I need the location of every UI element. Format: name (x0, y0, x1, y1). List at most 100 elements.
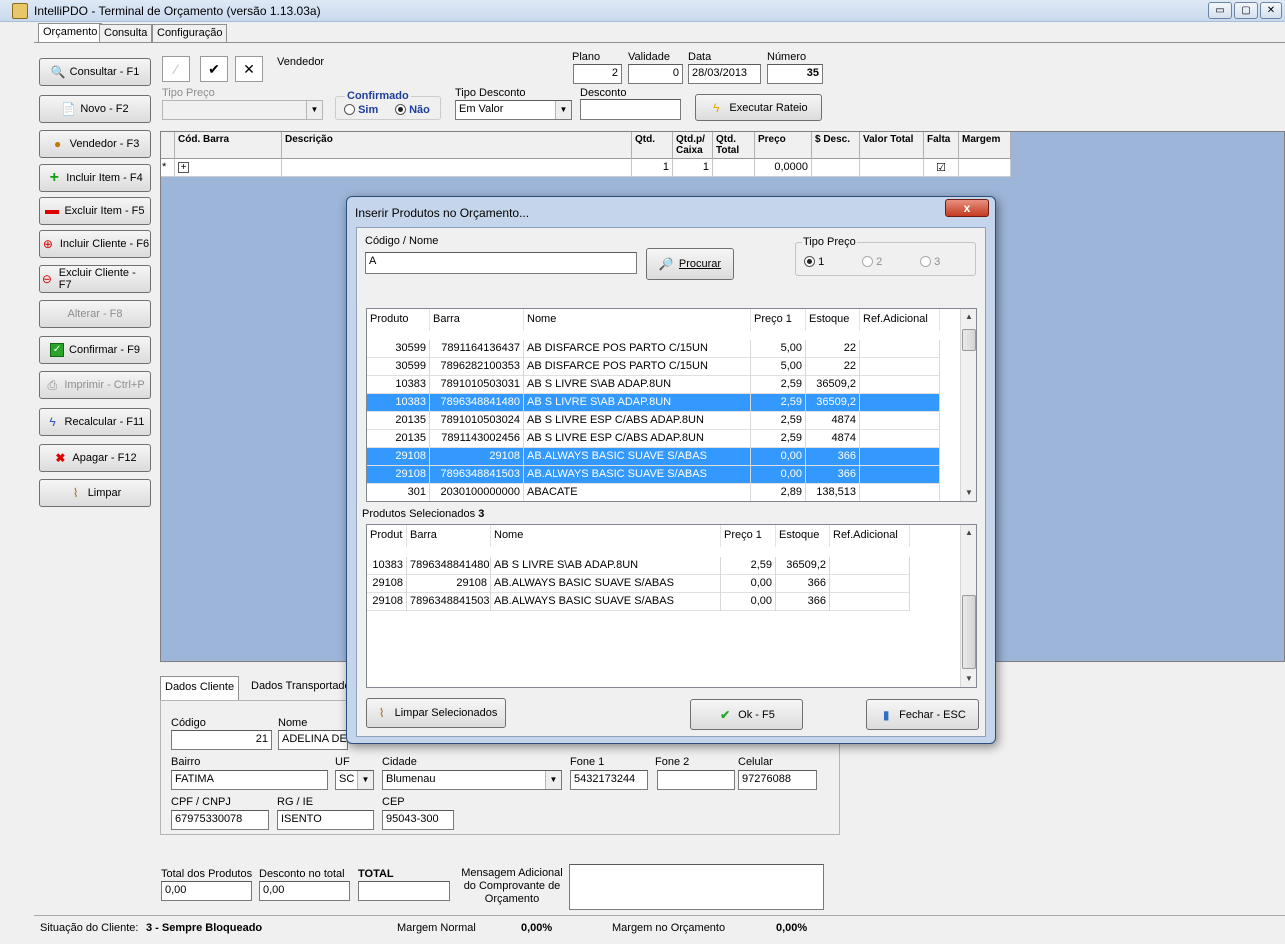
confirmado-sim-radio[interactable]: Sim (344, 104, 378, 116)
celular-input[interactable]: 97276088 (738, 770, 817, 790)
fechar-button[interactable]: ▮ Fechar - ESC (866, 699, 979, 730)
qtd-cell[interactable]: 1 (632, 159, 673, 177)
col-barra[interactable]: Barra (430, 309, 524, 331)
mensagem-textarea[interactable] (569, 864, 824, 910)
codigo-input[interactable]: 21 (171, 730, 272, 750)
list-item[interactable]: 20135 7891010503024 AB S LIVRE ESP C/ABS A… (367, 412, 940, 430)
consultar-button[interactable]: 🔍 Consultar - F1 (39, 58, 151, 86)
cidade-select[interactable]: Blumenau ▼ (382, 770, 562, 790)
col-qtd[interactable]: Qtd. (632, 132, 673, 159)
alterar-button[interactable]: Alterar - F8 (39, 300, 151, 328)
imprimir-button[interactable]: ⎙ Imprimir - Ctrl+P (39, 371, 151, 399)
list-item[interactable]: 30599 7896282100353 AB DISFARCE POS PARTO … (367, 358, 940, 376)
qtd-caixa-cell[interactable]: 1 (673, 159, 713, 177)
confirm-check-button[interactable]: ✔ (200, 56, 228, 82)
selected-products-list[interactable]: Produt Barra Nome Preço 1 Estoque Ref.Ad… (366, 524, 977, 688)
dialog-close-button[interactable]: x (945, 199, 989, 217)
limpar-selecionados-button[interactable]: ⌇ Limpar Selecionados (366, 698, 506, 728)
col-margem[interactable]: Margem (959, 132, 1011, 159)
scroll-up-icon[interactable]: ▲ (961, 309, 976, 325)
col-qtd-total[interactable]: Qtd. Total (713, 132, 755, 159)
list-item[interactable]: 30599 7891164136437 AB DISFARCE POS PARTO … (367, 340, 940, 358)
tab-configuracao[interactable]: Configuração (152, 24, 228, 43)
tab-dados-cliente[interactable]: Dados Cliente (160, 676, 240, 700)
uf-select[interactable]: SC ▼ (335, 770, 374, 790)
total-input[interactable] (358, 881, 450, 901)
selected-scrollbar[interactable]: ▲ ▼ (960, 525, 976, 687)
col-valor-total[interactable]: Valor Total (860, 132, 924, 159)
plano-input[interactable]: 2 (573, 64, 622, 84)
rg-input[interactable]: ISENTO (277, 810, 374, 830)
col-sel-ref-adicional[interactable]: Ref.Adicional (830, 525, 910, 547)
col-sel-nome[interactable]: Nome (491, 525, 721, 547)
fone1-input[interactable]: 5432173244 (570, 770, 648, 790)
product-search-input[interactable]: A (365, 252, 637, 274)
numero-input[interactable]: 35 (767, 64, 823, 84)
edit-pencil-button[interactable]: ⁄ (162, 56, 190, 82)
table-row[interactable]: * + 1 1 0,0000 ☑ (161, 159, 1011, 177)
apagar-button[interactable]: ✖ Apagar - F12 (39, 444, 151, 472)
cpf-input[interactable]: 67975330078 (171, 810, 269, 830)
list-item[interactable]: 10383 7896348841480 AB S LIVRE S\AB ADAP.8… (367, 557, 910, 575)
tipo-preco-2-radio[interactable]: 2 (862, 256, 882, 268)
col-sel-preco1[interactable]: Preço 1 (721, 525, 776, 547)
procurar-button[interactable]: 🔎 Procurar (646, 248, 734, 280)
col-cod-barra[interactable]: Cód. Barra (175, 132, 282, 159)
tipo-preco-select[interactable]: ▼ (162, 100, 323, 120)
list-item[interactable]: 29108 7896348841503 AB.ALWAYS BASIC SUAVE … (367, 593, 910, 611)
minimize-button[interactable]: ▭ (1208, 2, 1232, 19)
expand-cell[interactable]: + (175, 159, 282, 177)
desconto-total-input[interactable]: 0,00 (259, 881, 350, 901)
col-sel-barra[interactable]: Barra (407, 525, 491, 547)
novo-button[interactable]: 📄 Novo - F2 (39, 95, 151, 123)
col-descricao[interactable]: Descrição (282, 132, 632, 159)
confirmado-nao-radio[interactable]: Não (395, 104, 430, 116)
scroll-thumb[interactable] (962, 329, 976, 351)
list-item[interactable]: 20135 7891143002456 AB S LIVRE ESP C/ABS A… (367, 430, 940, 448)
col-produt[interactable]: Produt (367, 525, 407, 547)
col-desc[interactable]: $ Desc. (812, 132, 860, 159)
fone2-input[interactable] (657, 770, 735, 790)
list-item[interactable]: 301 2030100000000 ABACATE 2,89 138,513 (367, 484, 940, 501)
products-scrollbar[interactable]: ▲ ▼ (960, 309, 976, 501)
nome-input[interactable]: ADELINA DE M (278, 730, 348, 750)
list-item[interactable]: 10383 7891010503031 AB S LIVRE S\AB ADAP.8… (367, 376, 940, 394)
incluir-item-button[interactable]: + Incluir Item - F4 (39, 164, 151, 192)
scroll-down-icon[interactable]: ▼ (961, 671, 976, 687)
preco-cell[interactable]: 0,0000 (755, 159, 812, 177)
tab-consulta[interactable]: Consulta (99, 24, 153, 43)
list-item[interactable]: 10383 7896348841480 AB S LIVRE S\AB ADAP.8… (367, 394, 940, 412)
list-item[interactable]: 29108 7896348841503 AB.ALWAYS BASIC SUAVE … (367, 466, 940, 484)
confirmar-button[interactable]: ✓ Confirmar - F9 (39, 336, 151, 364)
col-estoque[interactable]: Estoque (806, 309, 860, 331)
col-nome[interactable]: Nome (524, 309, 751, 331)
desconto-input[interactable] (580, 99, 681, 120)
list-item[interactable]: 29108 29108 AB.ALWAYS BASIC SUAVE S/ABAS 0,… (367, 575, 910, 593)
excluir-cliente-button[interactable]: ⊖ Excluir Cliente - F7 (39, 265, 151, 293)
maximize-button[interactable]: ▢ (1234, 2, 1258, 19)
excluir-item-button[interactable]: Excluir Item - F5 (39, 197, 151, 225)
list-item[interactable]: 29108 29108 AB.ALWAYS BASIC SUAVE S/ABAS 0,… (367, 448, 940, 466)
tipo-desconto-select[interactable]: Em Valor ▼ (455, 100, 572, 120)
ok-button[interactable]: ✔ Ok - F5 (690, 699, 803, 730)
expand-icon[interactable]: + (178, 162, 189, 173)
tab-orcamento[interactable]: Orçamento (38, 23, 103, 44)
scroll-thumb[interactable] (962, 595, 976, 669)
incluir-cliente-button[interactable]: ⊕ Incluir Cliente - F6 (39, 230, 151, 258)
col-produto[interactable]: Produto (367, 309, 430, 331)
cancel-x-button[interactable]: ✕ (235, 56, 263, 82)
recalcular-button[interactable]: ϟ Recalcular - F11 (39, 408, 151, 436)
vendedor-button[interactable]: ● Vendedor - F3 (39, 130, 151, 158)
total-produtos-input[interactable]: 0,00 (161, 881, 252, 901)
tipo-preco-3-radio[interactable]: 3 (920, 256, 940, 268)
close-window-button[interactable]: ✕ (1260, 2, 1282, 19)
col-falta[interactable]: Falta (924, 132, 959, 159)
products-list[interactable]: Produto Barra Nome Preço 1 Estoque Ref.A… (366, 308, 977, 502)
col-sel-estoque[interactable]: Estoque (776, 525, 830, 547)
scroll-down-icon[interactable]: ▼ (961, 485, 976, 501)
bairro-input[interactable]: FATIMA (171, 770, 328, 790)
cep-input[interactable]: 95043-300 (382, 810, 454, 830)
executar-rateio-button[interactable]: ϟ Executar Rateio (695, 94, 822, 121)
col-preco[interactable]: Preço (755, 132, 812, 159)
validade-input[interactable]: 0 (628, 64, 683, 84)
